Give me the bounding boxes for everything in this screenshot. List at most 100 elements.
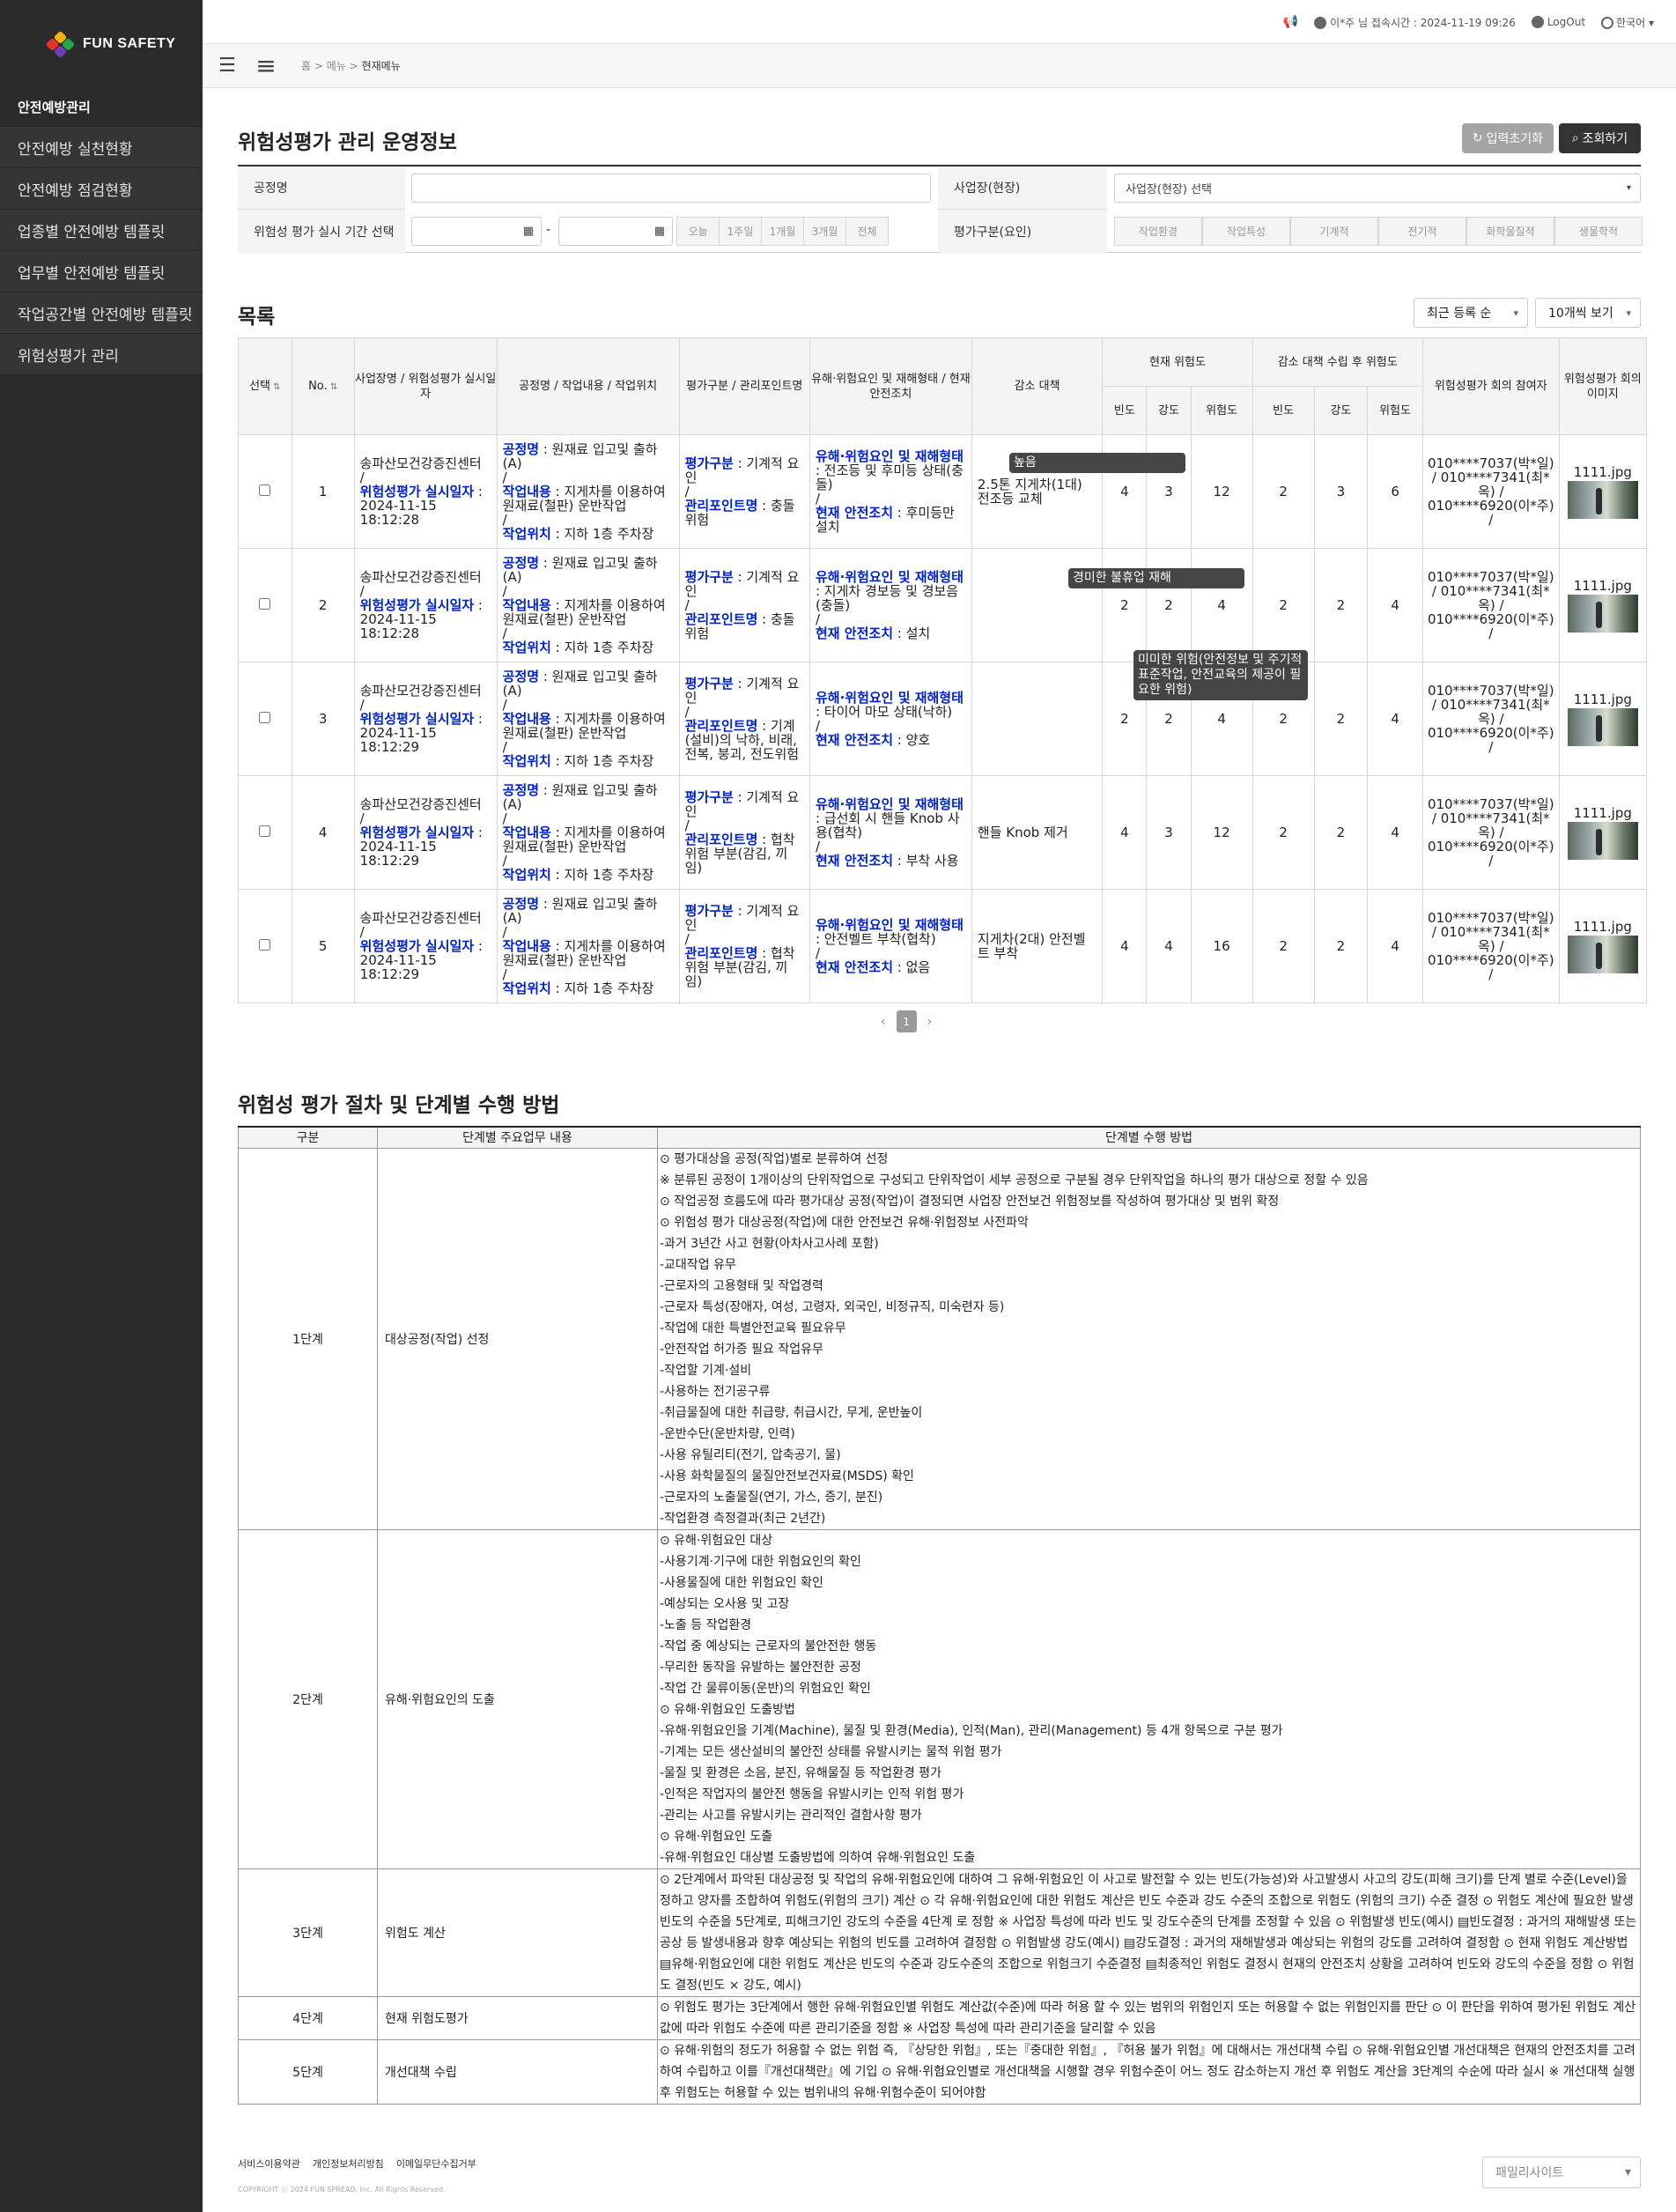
meeting-photo[interactable] (1567, 594, 1638, 633)
cell-freq: 4 (1102, 889, 1148, 1003)
cell-process: 공정명 : 원재료 입고및 출하(A) / 작업내용 : 지게차를 이용하여 원재료… (496, 889, 680, 1003)
type-button[interactable]: 작업특성 (1202, 217, 1290, 246)
cell-freq-after: 2 (1251, 434, 1315, 549)
family-site-select[interactable]: 패밀리사이트 (1482, 2157, 1641, 2188)
field-label: 현재 안전조치 (815, 625, 893, 641)
prev-page-icon[interactable]: ‹ (881, 1015, 886, 1029)
cell-category: 평가구분 : 기계적 요인 / 관리포인트명 : 협착위험 부분(감김, 끼임) (678, 775, 810, 890)
proc-line: ⊙ 위험도 평가는 3단계에서 행한 유해·위험요인별 위험도 계산값(수준)에… (660, 2000, 1636, 2036)
proc-line: ⊙ 유해·위험요인 대상 (660, 1533, 773, 1548)
row-checkbox[interactable] (259, 485, 271, 496)
quick-date-button[interactable]: 1주일 (719, 217, 762, 246)
type-button[interactable]: 화학물질적 (1466, 217, 1554, 246)
cell-image[interactable]: 1111.jpg (1558, 548, 1648, 662)
list-toggle-icon[interactable]: ☰ (211, 44, 243, 88)
sidebar-item[interactable]: 안전예방 점검현황 (0, 168, 203, 210)
cell-hazard: 유해·위험요인 및 재해형태 : 급선회 시 핸들 Knob 사용(협착) / 현재… (808, 775, 972, 890)
sidebar-item[interactable]: 업무별 안전예방 템플릿 (0, 251, 203, 292)
risk-table: 선택 ⇅ No. ⇅ 사업장명 / 위험성평가 실시일자 공정명 / 작업내용 … (238, 337, 1648, 1003)
cell-site: 송파산모건강증진센터 / 위험성평가 실시일자 : 2024-11-15 18:12… (353, 662, 498, 776)
cell-risk-after: 4 (1367, 548, 1423, 662)
hamburger-menu-icon[interactable]: ≡ (250, 44, 282, 88)
sidebar-item[interactable]: 업종별 안전예방 템플릿 (0, 210, 203, 251)
page-size-select[interactable]: 10개씩 보기 (1535, 298, 1641, 328)
date-start-input[interactable]: ▦ (411, 217, 542, 246)
proc-line: -사용하는 전기공구류 (660, 1384, 771, 1399)
cell-category: 평가구분 : 기계적 요인 / 관리포인트명 : 충돌위험 (678, 548, 810, 662)
col-sev-after: 강도 (1313, 386, 1369, 435)
logout-button[interactable]: LogOut (1531, 16, 1585, 29)
language-select[interactable]: 한국어 ▾ (1601, 15, 1654, 30)
proc-line: -인적은 작업자의 불안전 행동을 유발시키는 인적 위험 평가 (660, 1787, 964, 1801)
procedure-table: 구분 단계별 주요업무 내용 단계별 수행 방법 1단계 대상공정(작업) 선정 ⊙… (238, 1126, 1641, 2105)
quick-date-button[interactable]: 3개월 (803, 217, 846, 246)
proc-line: -안전작업 허가증 필요 작업유무 (660, 1342, 823, 1357)
sidebar-item[interactable]: 안전예방 실천현황 (0, 127, 203, 168)
col-image: 위험성평가 회의 이미지 (1558, 337, 1648, 435)
risk-tooltip: 경미한 불휴업 재해 (1068, 568, 1244, 588)
meeting-photo[interactable] (1567, 707, 1638, 746)
quick-date-button[interactable]: 전체 (845, 217, 889, 246)
footer-link[interactable]: 개인정보처리방침 (313, 2157, 384, 2171)
table-row[interactable]: 5 송파산모건강증진센터 / 위험성평가 실시일자 : 2024-11-15 18:1… (238, 889, 1648, 1003)
field-label: 작업위치 (502, 753, 551, 769)
table-row[interactable]: 2 송파산모건강증진센터 / 위험성평가 실시일자 : 2024-11-15 18:1… (238, 548, 1648, 662)
sub-bar: ☰ ≡ 홈 > 메뉴 > 현재메뉴 (203, 44, 1676, 88)
meeting-photo[interactable] (1567, 821, 1638, 860)
reset-button[interactable]: ↻ 입력초기화 (1462, 123, 1554, 153)
sidebar-item[interactable]: 위험성평가 관리 (0, 334, 203, 375)
cell-risk-after: 4 (1367, 889, 1423, 1003)
site-select[interactable]: 사업장(현장) 선택 ▾ (1114, 174, 1641, 203)
field-label: 현재 안전조치 (815, 853, 893, 869)
type-button[interactable]: 전기적 (1378, 217, 1466, 246)
cell-risk: 4 (1190, 548, 1253, 662)
cell-participants: 010****7037(박*일) / 010****7341(최*옥) / 01… (1421, 548, 1560, 662)
row-checkbox[interactable] (259, 825, 271, 837)
cell-image[interactable]: 1111.jpg (1558, 889, 1648, 1003)
search-button[interactable]: ⌕ 조회하기 (1559, 123, 1641, 153)
col-select[interactable]: 선택 ⇅ (238, 337, 292, 435)
date-end-input[interactable]: ▦ (558, 217, 673, 246)
meeting-photo[interactable] (1567, 935, 1638, 973)
page-number[interactable]: 1 (896, 1010, 917, 1032)
next-page-icon[interactable]: › (927, 1015, 933, 1029)
row-checkbox[interactable] (259, 939, 271, 951)
table-row[interactable]: 3 송파산모건강증진센터 / 위험성평가 실시일자 : 2024-11-15 18:1… (238, 662, 1648, 776)
col-risk-after: 위험도 (1367, 386, 1423, 435)
cell-risk-after: 6 (1367, 434, 1423, 549)
quick-date-button[interactable]: 1개월 (761, 217, 804, 246)
row-checkbox[interactable] (259, 598, 271, 610)
col-hazard: 유해·위험요인 및 재해형태 / 현재 안전조치 (808, 337, 972, 435)
breadcrumb-level1[interactable]: 메뉴 (327, 60, 346, 72)
cell-reduce: 핸들 Knob 제거 (971, 775, 1104, 890)
logo[interactable]: FUN SAFETY (45, 30, 175, 59)
row-checkbox[interactable] (259, 712, 271, 723)
type-button[interactable]: 생물학적 (1554, 217, 1643, 246)
calendar-icon: ▦ (522, 225, 534, 238)
sort-select[interactable]: 최근 등록 순 (1414, 298, 1528, 328)
cell-hazard: 유해·위험요인 및 재해형태 : 안전벨트 부착(협착) / 현재 안전조치 : 없… (808, 889, 972, 1003)
type-button[interactable]: 기계적 (1290, 217, 1378, 246)
type-button[interactable]: 작업환경 (1114, 217, 1202, 246)
cell-image[interactable]: 1111.jpg (1558, 662, 1648, 776)
proc-line: -사용 화학물질의 물질안전보건자료(MSDS) 확인 (660, 1469, 914, 1483)
col-freq-after: 빈도 (1251, 386, 1315, 435)
notification-icon[interactable]: 📢 (1283, 15, 1298, 29)
proc-line: -사용물질에 대한 위험요인 확인 (660, 1575, 823, 1590)
cell-image[interactable]: 1111.jpg (1558, 775, 1648, 890)
sidebar-item[interactable]: 안전예방관리 (0, 88, 203, 127)
table-row[interactable]: 1 송파산모건강증진센터 / 위험성평가 실시일자 : 2024-11-15 18:1… (238, 434, 1648, 549)
proc-line: -유해·위험요인을 기계(Machine), 물질 및 환경(Media), 인… (660, 1723, 1283, 1738)
sidebar-item[interactable]: 작업공간별 안전예방 템플릿 (0, 292, 203, 334)
process-input[interactable] (411, 174, 931, 203)
cell-participants: 010****7037(박*일) / 010****7341(최*옥) / 01… (1421, 889, 1560, 1003)
quick-date-button[interactable]: 오늘 (676, 217, 720, 246)
proc-line: -운반수단(운반차량, 인력) (660, 1426, 795, 1441)
search-filter: 공정명 사업장(현장) 사업장(현장) 선택 ▾ 위험성 평가 실시 기간 선택 … (238, 165, 1643, 254)
meeting-photo[interactable] (1567, 480, 1638, 519)
cell-image[interactable]: 1111.jpg (1558, 434, 1648, 549)
table-row[interactable]: 4 송파산모건강증진센터 / 위험성평가 실시일자 : 2024-11-15 18:1… (238, 775, 1648, 890)
breadcrumb-home[interactable]: 홈 (301, 60, 311, 72)
footer-link[interactable]: 이메일무단수집거부 (396, 2157, 476, 2171)
footer-link[interactable]: 서비스이용약관 (238, 2157, 300, 2171)
